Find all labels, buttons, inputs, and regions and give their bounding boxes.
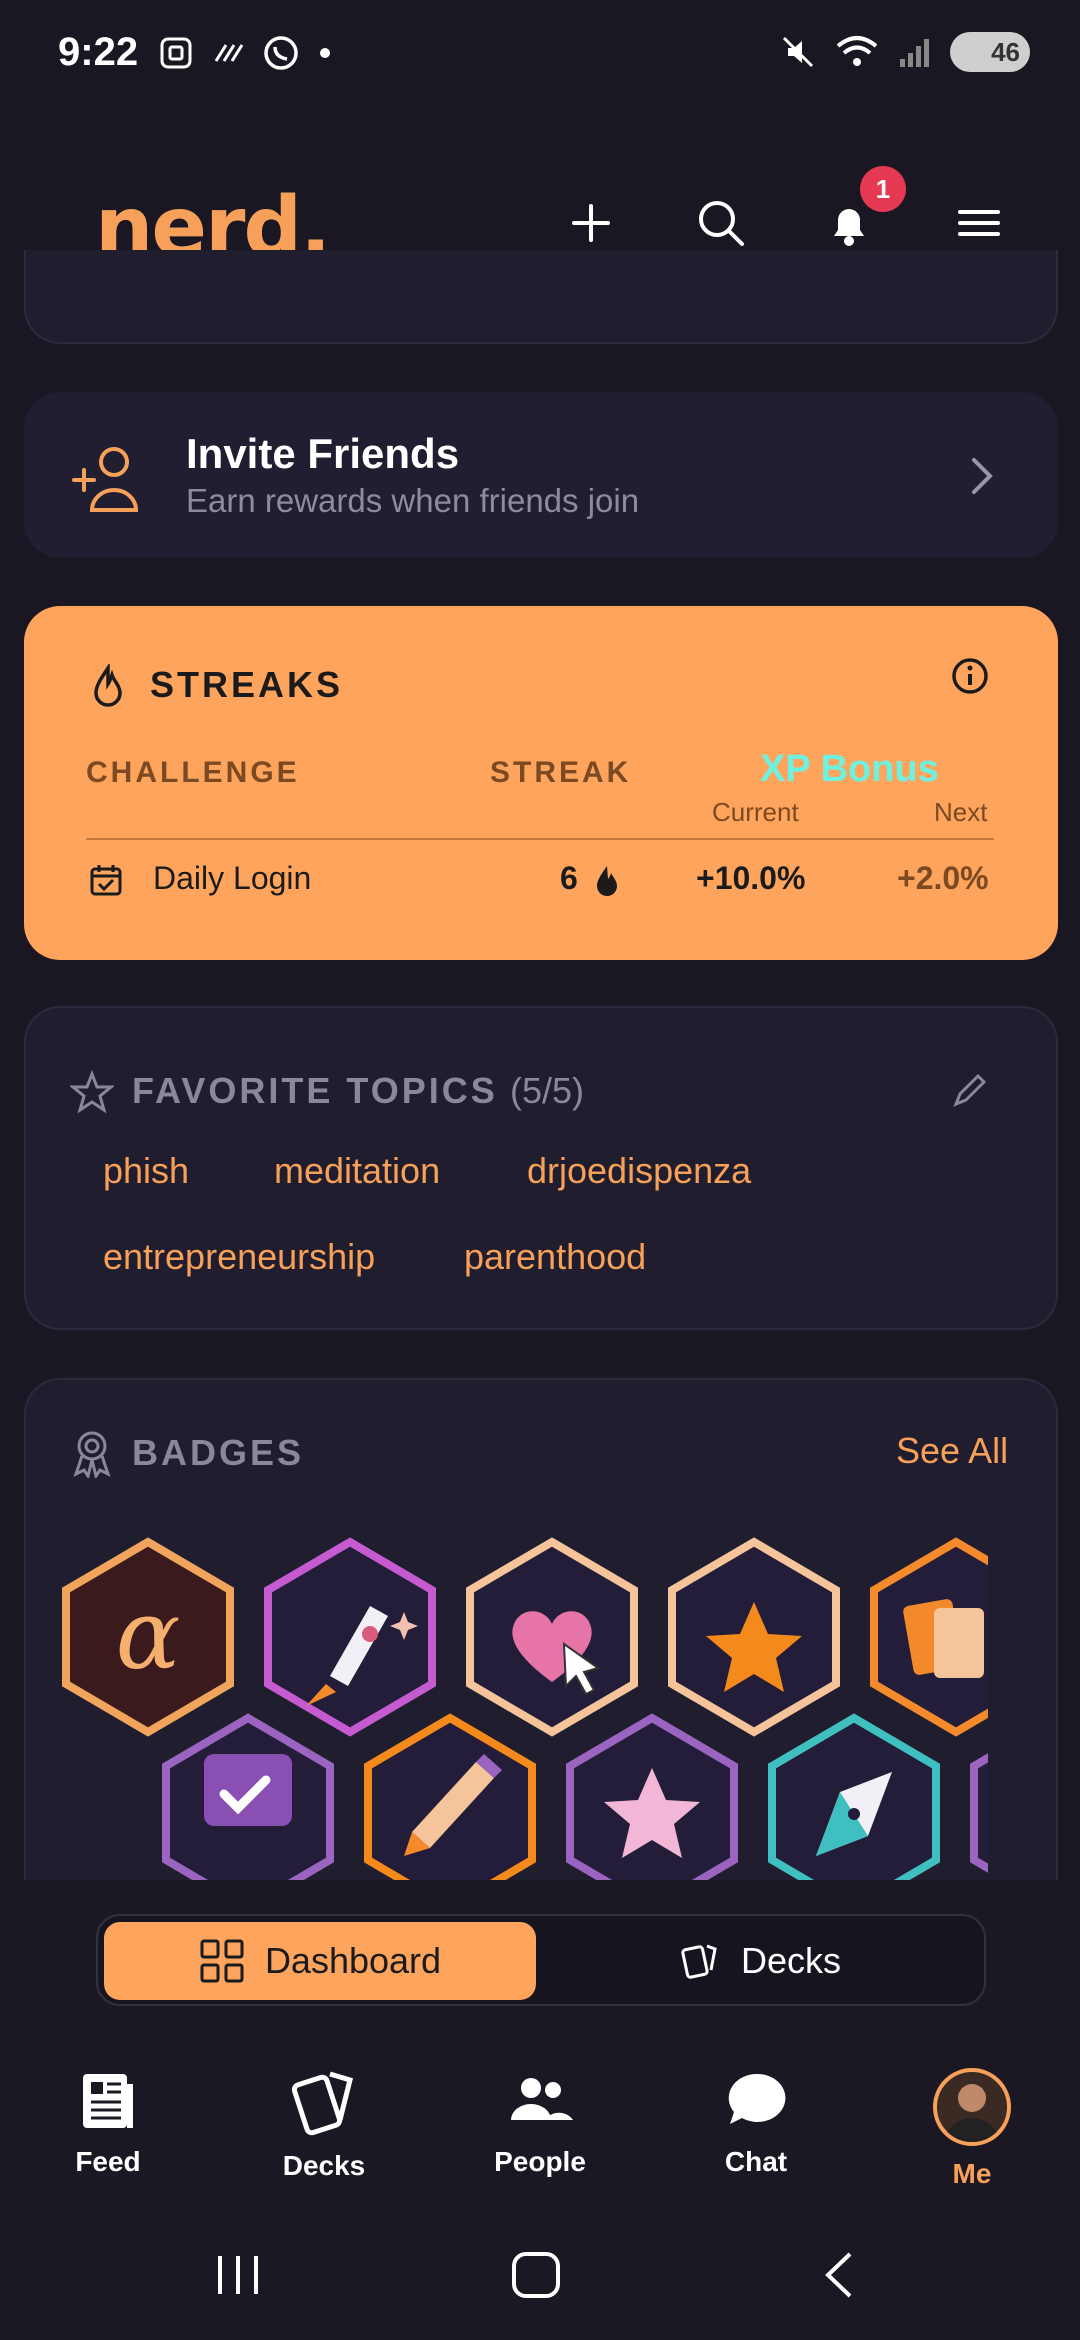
previous-card-edge [24,250,1058,344]
nfc-icon [214,44,244,62]
topics-count: (5/5) [510,1070,585,1111]
dashboard-tab[interactable]: Dashboard [104,1922,536,2000]
topic-chip[interactable]: entrepreneurship [103,1236,375,1278]
xp-next-value: +2.0% [897,860,989,896]
nav-me-label: Me [952,2158,992,2189]
add-user-icon [72,447,139,512]
status-icons-left [158,34,332,72]
xp-bonus-header: XP Bonus [760,748,939,790]
cards-icon [681,1944,717,1979]
badges-title: BADGES [132,1432,305,1473]
add-icon[interactable] [564,196,618,250]
rocket-badge-icon[interactable] [264,1537,436,1737]
avatar [933,2068,1011,2146]
grid-icon [200,1939,244,1983]
edit-icon[interactable] [950,1070,990,1110]
nav-chat-label: Chat [724,2146,788,2177]
search-icon[interactable] [694,196,748,250]
invite-title: Invite Friends [186,430,460,477]
chevron-right-icon [972,458,993,494]
streak-flame-icon [597,866,617,896]
decks-icon [291,2071,354,2136]
see-all-badges-link[interactable]: See All [896,1430,1008,1472]
topic-chip[interactable]: meditation [274,1150,440,1192]
nav-feed-label: Feed [75,2146,141,2177]
cards-badge-icon[interactable] [870,1537,988,1737]
people-icon [511,2078,573,2120]
nav-me[interactable]: Me [882,2068,1062,2198]
badges-grid: α [56,1536,988,1882]
nav-people[interactable]: People [450,2068,630,2198]
streak-count: 6 [560,860,578,896]
xp-current-value: +10.0% [696,860,806,896]
flame-icon [94,664,122,707]
screenshot-icon [160,37,192,69]
topic-chip[interactable]: parenthood [464,1236,646,1278]
current-subheader: Current [712,797,799,827]
pencil-badge-icon[interactable] [364,1713,536,1882]
mute-icon [782,36,814,68]
star-badge-icon[interactable] [668,1537,840,1737]
back-icon[interactable] [820,2250,860,2300]
heart-cursor-badge-icon[interactable] [466,1537,638,1737]
partial-badge-icon [970,1753,988,1873]
compass-badge-icon[interactable] [768,1713,940,1882]
status-time: 9:22 [58,30,139,74]
star-outline-icon [70,1070,114,1114]
alpha-badge-icon[interactable]: α [62,1537,234,1737]
nav-feed[interactable]: Feed [18,2068,198,2198]
chat-icon [728,2073,786,2124]
nav-chat[interactable]: Chat [666,2068,846,2198]
status-icons-right: 46 [780,32,1030,72]
feed-icon [83,2074,133,2128]
pink-star-badge-icon[interactable] [566,1713,738,1882]
invite-friends-card[interactable] [24,392,1058,558]
decks-tab[interactable]: Decks [540,1922,980,2000]
nav-decks-label: Decks [282,2150,366,2181]
dashboard-tab-label: Dashboard [264,1940,442,1981]
topic-chip[interactable]: phish [103,1150,189,1192]
notification-badge: 1 [860,166,906,212]
nav-decks[interactable]: Decks [234,2068,414,2198]
streaks-title: STREAKS [150,664,344,705]
battery-level: 46 [991,36,1020,67]
avatar-image-icon [945,2084,999,2142]
svg-text:α: α [116,1579,181,1691]
info-icon[interactable] [950,656,990,696]
whatsapp-icon [264,36,298,70]
decks-tab-label: Decks [740,1940,842,1981]
battery-indicator: 46 [950,32,1030,72]
wifi-icon [836,36,878,66]
challenge-column-header: CHALLENGE [86,756,300,789]
topic-chip[interactable]: drjoedispenza [527,1150,751,1192]
signal-icon [900,39,929,67]
menu-icon[interactable] [952,196,1006,250]
calendar-check-icon [90,865,122,896]
dot-icon [320,48,330,58]
nav-people-label: People [494,2146,586,2177]
home-icon[interactable] [510,2250,562,2300]
folder-check-badge-icon[interactable] [162,1713,334,1882]
favorite-topics-title: FAVORITE TOPICS [132,1070,498,1111]
streak-divider [86,838,994,840]
next-subheader: Next [934,797,988,827]
award-icon [73,1431,111,1478]
invite-subtitle: Earn rewards when friends join [186,482,640,519]
challenge-daily-login: Daily Login [153,860,312,896]
streak-column-header: STREAK [490,756,632,789]
recent-apps-icon[interactable] [210,2250,266,2300]
